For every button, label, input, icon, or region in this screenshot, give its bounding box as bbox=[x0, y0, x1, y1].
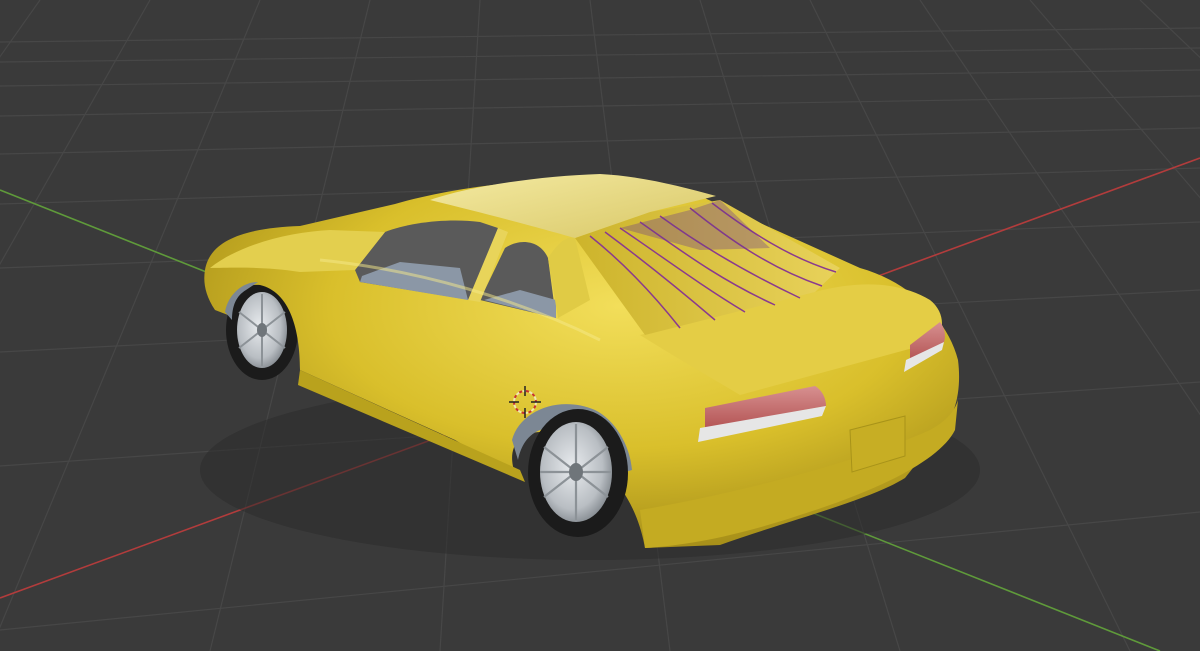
3d-viewport[interactable] bbox=[0, 0, 1200, 651]
viewport-canvas[interactable] bbox=[0, 0, 1200, 651]
rear-right-wheel[interactable] bbox=[528, 409, 628, 537]
